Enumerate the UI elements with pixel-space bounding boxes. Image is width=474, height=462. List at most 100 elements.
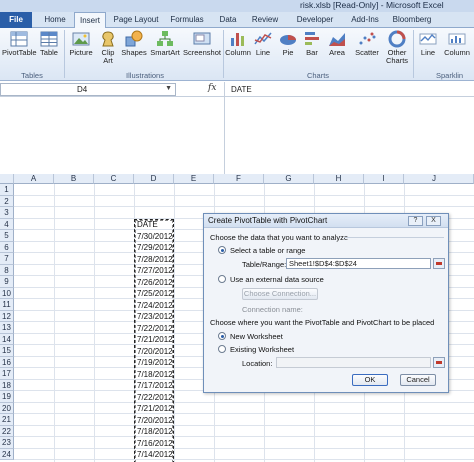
row-header[interactable]: 21 [0, 414, 14, 426]
pivottable-button[interactable]: PivotTable [2, 29, 37, 69]
location-collapse-button[interactable] [433, 357, 445, 368]
sparkline-column-button[interactable]: Column [442, 29, 472, 69]
column-header-e[interactable]: E [174, 174, 214, 184]
date-cell[interactable]: 7/17/2012 [137, 381, 173, 390]
smartart-button[interactable]: SmartArt [149, 29, 181, 69]
row-header[interactable]: 20 [0, 402, 14, 414]
picture-button[interactable]: Picture [67, 29, 95, 69]
external-source-radio[interactable] [218, 275, 226, 283]
select-table-label[interactable]: Select a table or range [230, 246, 305, 255]
tab-developer[interactable]: Developer [290, 12, 340, 28]
table-button[interactable]: Table [37, 29, 61, 69]
screenshot-button[interactable]: Screenshot [182, 29, 222, 69]
tab-insert[interactable]: Insert [74, 12, 106, 29]
tab-review[interactable]: Review [248, 12, 282, 28]
tab-home[interactable]: Home [38, 12, 72, 28]
close-button[interactable]: X [426, 216, 441, 226]
date-cell[interactable]: 7/18/2012 [137, 370, 173, 379]
date-cell[interactable]: 7/18/2012 [137, 427, 173, 436]
row-header[interactable]: 17 [0, 368, 14, 380]
clip-art-button[interactable]: Clip Art [97, 29, 119, 69]
tab-page-layout[interactable]: Page Layout [110, 12, 162, 28]
choose-connection-button[interactable]: Choose Connection... [242, 288, 318, 300]
row-header[interactable]: 6 [0, 241, 14, 253]
range-collapse-button[interactable] [433, 258, 445, 269]
row-header[interactable]: 22 [0, 425, 14, 437]
sparkline-line-button[interactable]: Line [416, 29, 440, 69]
column-header-b[interactable]: B [54, 174, 94, 184]
formula-input[interactable]: DATE [224, 82, 474, 174]
row-header[interactable]: 8 [0, 264, 14, 276]
ok-button[interactable]: OK [352, 374, 388, 386]
new-worksheet-label[interactable]: New Worksheet [230, 332, 283, 341]
existing-worksheet-radio[interactable] [218, 345, 226, 353]
date-cell[interactable]: 7/16/2012 [137, 439, 173, 448]
row-header[interactable]: 18 [0, 379, 14, 391]
row-header[interactable]: 7 [0, 253, 14, 265]
date-cell[interactable]: 7/20/2012 [137, 416, 173, 425]
area-chart-button[interactable]: Area [325, 29, 349, 69]
existing-worksheet-label[interactable]: Existing Worksheet [230, 345, 294, 354]
row-header[interactable]: 9 [0, 276, 14, 288]
name-box[interactable]: D4 ▼ [0, 83, 176, 96]
chevron-down-icon[interactable]: ▼ [165, 85, 172, 92]
tab-bloomberg[interactable]: Bloomberg [388, 12, 436, 28]
table-range-input[interactable]: Sheet1!$D$4:$D$24 [286, 258, 431, 269]
row-header[interactable]: 24 [0, 448, 14, 460]
new-worksheet-radio[interactable] [218, 332, 226, 340]
row-header[interactable]: 15 [0, 345, 14, 357]
tab-file[interactable]: File [0, 12, 32, 28]
cell-d4[interactable]: DATE [137, 220, 158, 229]
date-cell[interactable]: 7/21/2012 [137, 335, 173, 344]
date-cell[interactable]: 7/20/2012 [137, 347, 173, 356]
column-header-g[interactable]: G [264, 174, 314, 184]
select-all-corner[interactable] [0, 174, 14, 184]
tab-add-ins[interactable]: Add-Ins [346, 12, 384, 28]
column-header-h[interactable]: H [314, 174, 364, 184]
insert-function-icon[interactable]: fx [208, 83, 216, 93]
row-header[interactable]: 10 [0, 287, 14, 299]
row-header[interactable]: 5 [0, 230, 14, 242]
other-charts-button[interactable]: Other Charts [384, 29, 410, 69]
date-cell[interactable]: 7/22/2012 [137, 393, 173, 402]
bar-chart-button[interactable]: Bar [301, 29, 323, 69]
date-cell[interactable]: 7/14/2012 [137, 450, 173, 459]
tab-data[interactable]: Data [214, 12, 242, 28]
external-source-label[interactable]: Use an external data source [230, 275, 324, 284]
row-header[interactable]: 13 [0, 322, 14, 334]
column-header-i[interactable]: I [364, 174, 404, 184]
row-header[interactable]: 1 [0, 184, 14, 196]
date-cell[interactable]: 7/21/2012 [137, 404, 173, 413]
cancel-button[interactable]: Cancel [400, 374, 436, 386]
column-header-c[interactable]: C [94, 174, 134, 184]
row-header[interactable]: 23 [0, 437, 14, 449]
column-header-d[interactable]: D [134, 174, 174, 184]
date-cell[interactable]: 7/23/2012 [137, 312, 173, 321]
date-cell[interactable]: 7/24/2012 [137, 301, 173, 310]
date-cell[interactable]: 7/27/2012 [137, 266, 173, 275]
scatter-chart-button[interactable]: Scatter [352, 29, 382, 69]
shapes-button[interactable]: Shapes [120, 29, 148, 69]
date-cell[interactable]: 7/30/2012 [137, 232, 173, 241]
date-cell[interactable]: 7/19/2012 [137, 358, 173, 367]
date-cell[interactable]: 7/22/2012 [137, 324, 173, 333]
date-cell[interactable]: 7/25/2012 [137, 289, 173, 298]
date-cell[interactable]: 7/29/2012 [137, 243, 173, 252]
row-header[interactable]: 11 [0, 299, 14, 311]
tab-formulas[interactable]: Formulas [166, 12, 208, 28]
row-header[interactable]: 3 [0, 207, 14, 219]
location-input[interactable] [276, 357, 431, 368]
date-cell[interactable]: 7/26/2012 [137, 278, 173, 287]
column-header-j[interactable]: J [404, 174, 474, 184]
column-header-a[interactable]: A [14, 174, 54, 184]
row-header[interactable]: 16 [0, 356, 14, 368]
row-header[interactable]: 19 [0, 391, 14, 403]
help-button[interactable]: ? [408, 216, 423, 226]
pie-chart-button[interactable]: Pie [277, 29, 299, 69]
row-header[interactable]: 14 [0, 333, 14, 345]
line-chart-button[interactable]: Line [252, 29, 274, 69]
row-header[interactable]: 12 [0, 310, 14, 322]
column-chart-button[interactable]: Column [225, 29, 251, 69]
select-table-radio[interactable] [218, 246, 226, 254]
column-header-f[interactable]: F [214, 174, 264, 184]
